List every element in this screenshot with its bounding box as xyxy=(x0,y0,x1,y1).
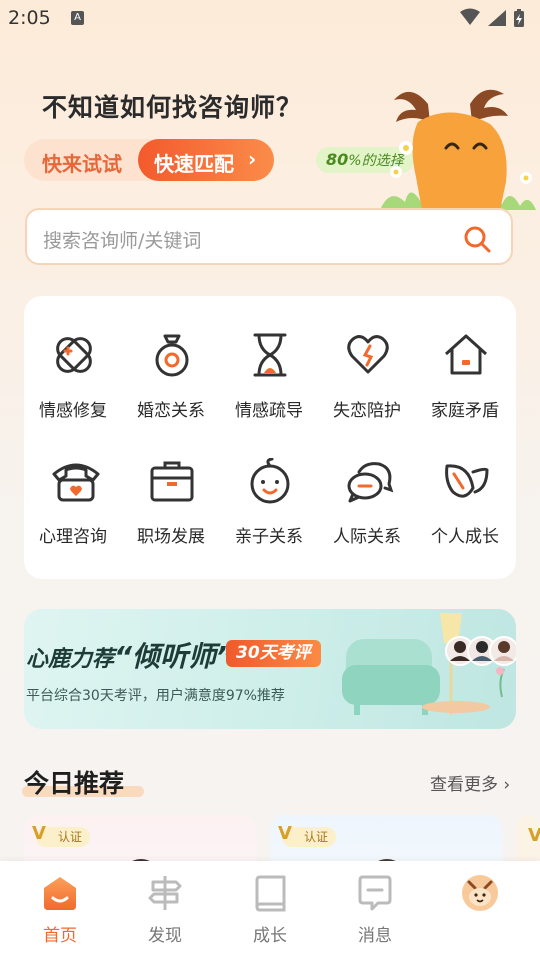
choice-badge-number: 80 xyxy=(326,150,349,169)
home-tab-icon xyxy=(44,877,76,910)
telephone-icon xyxy=(52,463,100,502)
section-title: 今日推荐 xyxy=(24,769,125,798)
signal-icon xyxy=(488,10,506,26)
signpost-icon xyxy=(148,876,182,910)
search-bar[interactable]: 搜索咨询师/关键词 xyxy=(25,208,513,265)
try-label: 快来试试 xyxy=(42,152,122,176)
bottom-tab-bar: 首页 发现 成长 消息 xyxy=(0,861,540,960)
deer-mascot-illustration xyxy=(380,89,536,210)
broken-heart-icon xyxy=(347,335,389,374)
see-more-label: 查看更多 xyxy=(430,775,498,795)
verified-icon: V xyxy=(32,823,46,844)
banner-title-highlight: “倾听师” xyxy=(114,640,235,673)
category-item[interactable]: 家庭矛盾 xyxy=(416,332,514,432)
category-item[interactable]: 心理咨询 xyxy=(24,458,122,558)
tab-label: 消息 xyxy=(358,926,392,946)
category-item[interactable]: 亲子关系 xyxy=(220,458,318,558)
leaf-icon xyxy=(445,464,489,498)
verified-icon: V xyxy=(278,823,292,844)
category-label: 失恋陪护 xyxy=(333,401,401,421)
hero-title: 不知道如何找咨询师？ xyxy=(42,93,303,122)
baby-icon xyxy=(250,458,290,504)
ring-icon xyxy=(155,334,189,377)
chat-bubbles-icon xyxy=(347,462,394,503)
home-icon xyxy=(444,334,488,375)
status-bar: 2:05 A xyxy=(0,0,540,36)
tab-home[interactable]: 首页 xyxy=(6,861,114,960)
category-label: 婚恋关系 xyxy=(137,401,205,421)
category-item[interactable]: 失恋陪护 xyxy=(318,332,416,432)
banner-title-prefix: 心鹿力荐 xyxy=(26,647,115,672)
briefcase-icon xyxy=(150,461,194,502)
category-label: 人际关系 xyxy=(333,527,401,547)
notification-icon: A xyxy=(71,11,84,25)
tab-label: 发现 xyxy=(148,926,182,946)
see-more-link[interactable]: 查看更多 › xyxy=(430,770,510,795)
tab-profile[interactable] xyxy=(426,861,534,960)
category-label: 亲子关系 xyxy=(235,527,303,547)
status-icons xyxy=(460,8,524,27)
search-input[interactable]: 搜索咨询师/关键词 xyxy=(43,226,201,253)
verified-badge: V 认证 xyxy=(278,824,337,847)
search-icon[interactable] xyxy=(463,225,491,253)
category-label: 心理咨询 xyxy=(39,527,107,547)
quick-match-button[interactable]: 快速匹配 › xyxy=(138,139,274,181)
avatar-icon xyxy=(462,875,498,911)
counselor-avatars xyxy=(445,636,516,666)
quick-match-pill: 快来试试 快速匹配 › xyxy=(24,139,274,181)
message-icon xyxy=(358,875,392,911)
tab-label: 首页 xyxy=(43,926,77,946)
chevron-right-icon: › xyxy=(248,147,257,171)
category-label: 家庭矛盾 xyxy=(431,401,499,421)
tab-messages[interactable]: 消息 xyxy=(321,861,429,960)
listener-promo-banner[interactable]: 心鹿力荐“倾听师” 30天考评 平台综合30天考评，用户满意度97%推荐 xyxy=(24,609,516,729)
category-label: 情感修复 xyxy=(39,401,107,421)
banner-tag: 30天考评 xyxy=(226,640,321,667)
category-item[interactable]: 个人成长 xyxy=(416,458,514,558)
category-grid: 情感修复 婚恋关系 情感疏导 失恋陪护 家庭矛盾 心理咨询 职场发展 亲子关系 … xyxy=(24,296,516,579)
category-item[interactable]: 人际关系 xyxy=(318,458,416,558)
chevron-right-icon: › xyxy=(503,775,511,795)
category-label: 个人成长 xyxy=(431,527,499,547)
bandage-icon xyxy=(56,337,92,373)
banner-subtitle: 平台综合30天考评，用户满意度97%推荐 xyxy=(26,688,285,704)
verified-label: 认证 xyxy=(58,830,83,844)
sofa-illustration xyxy=(342,613,516,715)
wifi-icon xyxy=(460,8,480,25)
category-item[interactable]: 职场发展 xyxy=(122,458,220,558)
verified-badge: V 认证 xyxy=(32,824,91,847)
category-item[interactable]: 情感修复 xyxy=(24,332,122,432)
category-item[interactable]: 情感疏导 xyxy=(220,332,318,432)
tab-label: 成长 xyxy=(253,926,287,946)
status-time: 2:05 xyxy=(8,7,51,29)
banner-title: 心鹿力荐“倾听师” xyxy=(26,635,234,675)
category-item[interactable]: 婚恋关系 xyxy=(122,332,220,432)
category-label: 职场发展 xyxy=(137,527,205,547)
book-icon xyxy=(255,875,286,912)
battery-icon xyxy=(514,9,524,27)
verified-label: 认证 xyxy=(304,830,329,844)
quick-match-label: 快速匹配 xyxy=(154,152,234,176)
tab-growth[interactable]: 成长 xyxy=(216,861,324,960)
tab-discover[interactable]: 发现 xyxy=(111,861,219,960)
verified-icon: V xyxy=(528,825,540,846)
hourglass-icon xyxy=(253,333,287,377)
category-label: 情感疏导 xyxy=(235,401,303,421)
